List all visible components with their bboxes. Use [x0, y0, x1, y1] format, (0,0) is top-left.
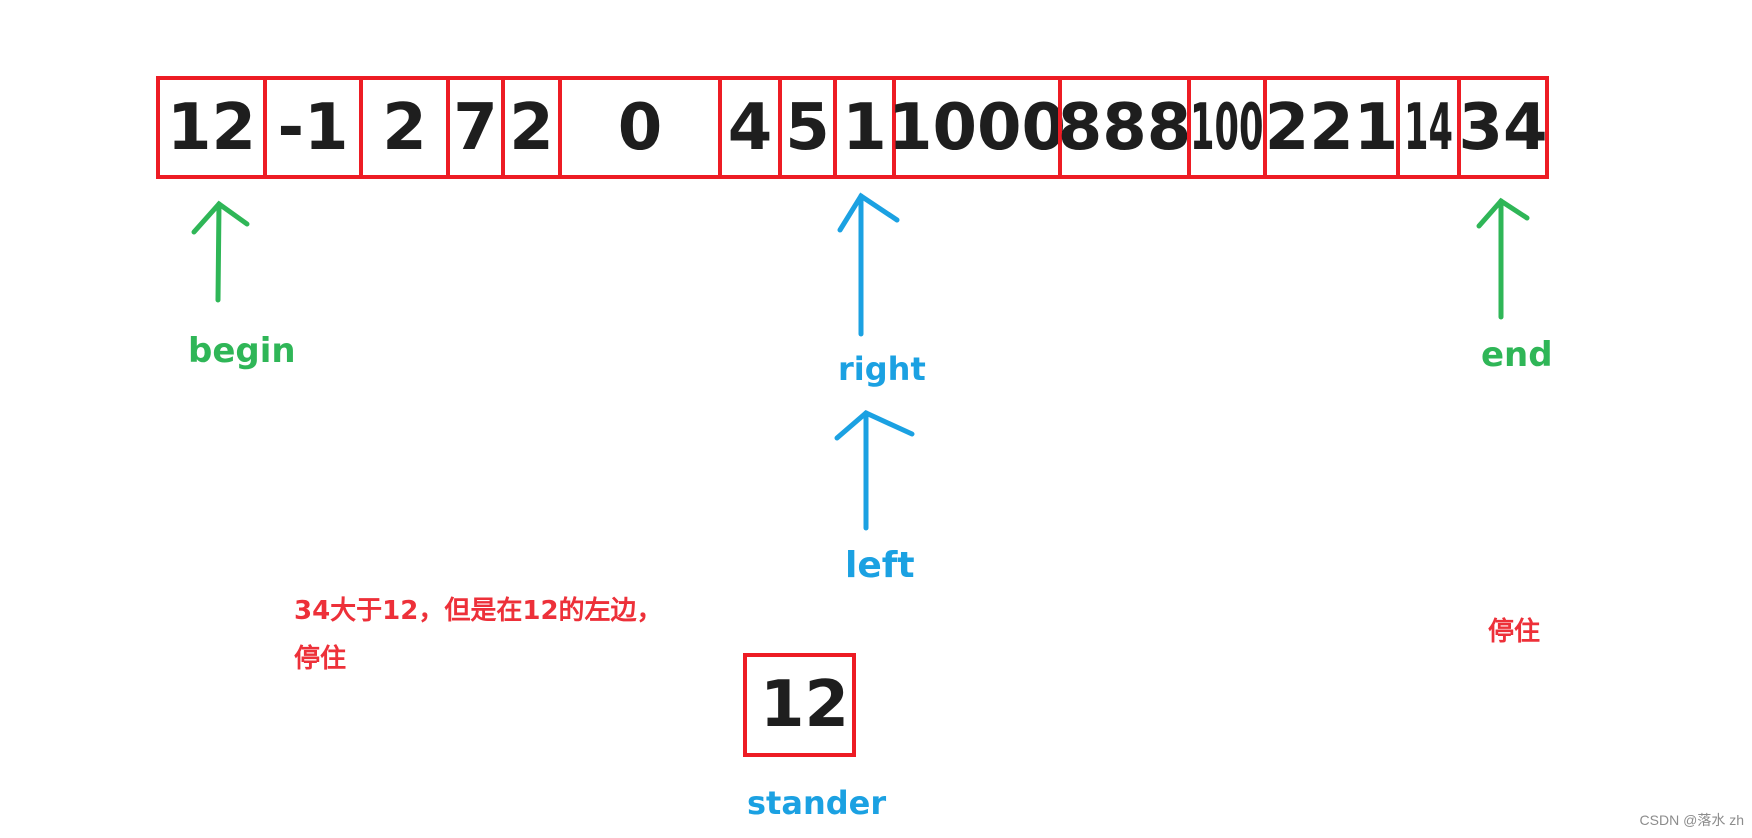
pivot-box: 12 [743, 653, 856, 757]
pivot-value: 12 [759, 668, 850, 742]
begin-arrow-icon [191, 200, 250, 303]
pointer-arrows [191, 192, 1530, 531]
watermark: CSDN @落水 zh [1639, 812, 1744, 828]
end-label: end [1481, 335, 1553, 375]
pivot-label: stander [747, 784, 887, 822]
left-label: left [845, 545, 915, 586]
right-arrow-icon [837, 192, 900, 337]
left-arrow-icon [834, 410, 915, 531]
right-note: 停住 [1488, 617, 1541, 647]
right-label: right [838, 350, 926, 388]
left-note-line1: 34大于12，但是在12的左边， [294, 596, 663, 626]
left-note: 34大于12，但是在12的左边， 停住 [294, 587, 663, 683]
begin-label: begin [188, 331, 296, 371]
end-arrow-icon [1476, 197, 1530, 320]
left-note-line2: 停住 [294, 644, 347, 674]
